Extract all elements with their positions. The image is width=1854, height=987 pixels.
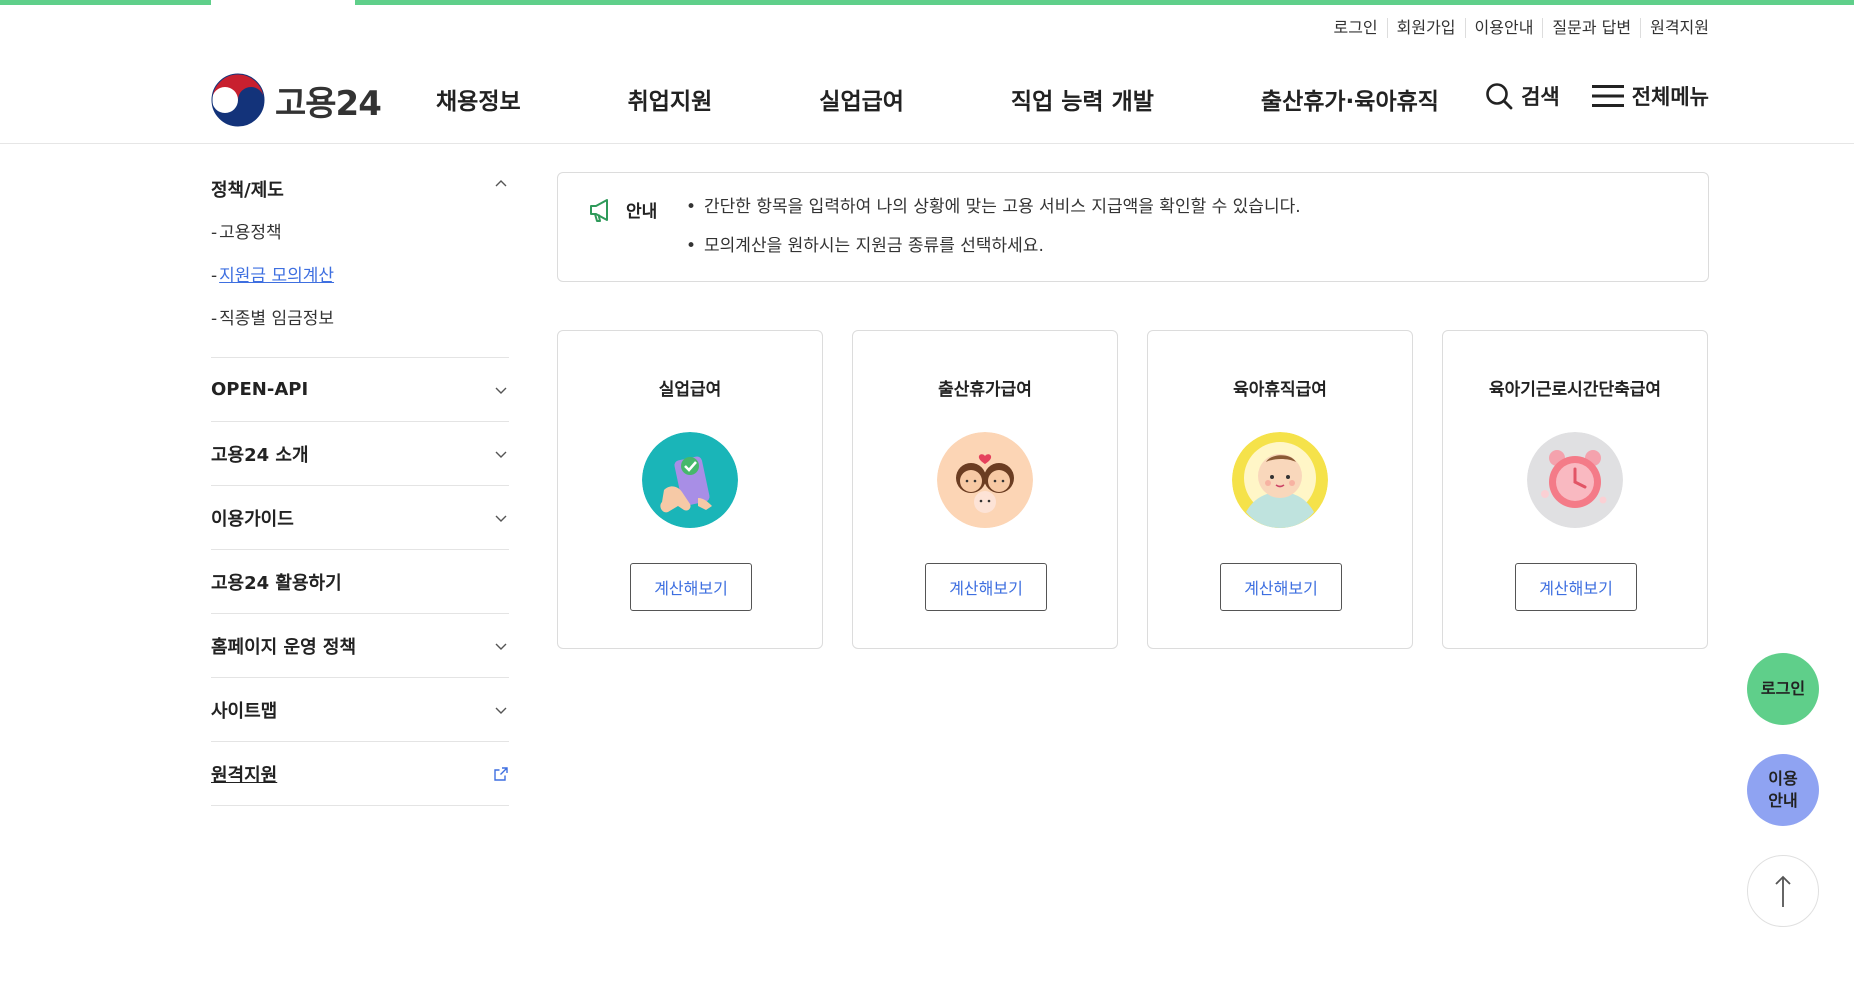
side-head-about[interactable]: 고용24 소개 xyxy=(211,422,509,485)
notice-item: 모의계산을 원하시는 지원금 종류를 선택하세요. xyxy=(686,236,1301,275)
search-icon xyxy=(1486,83,1513,110)
card-unemployment-benefit: 실업급여 계산해보기 xyxy=(557,330,823,649)
chevron-down-icon xyxy=(495,451,507,458)
side-sub-subsidy-simulation[interactable]: - 지원금 모의계산 xyxy=(211,255,509,298)
nav-employment-support[interactable]: 취업지원 xyxy=(628,82,713,116)
notice-box: 안내 간단한 항목을 입력하여 나의 상황에 맞는 고용 서비스 지급액을 확인… xyxy=(557,172,1709,282)
calculate-button-parental-leave[interactable]: 계산해보기 xyxy=(1220,563,1342,611)
floating-guide-button[interactable]: 이용 안내 xyxy=(1747,754,1819,826)
header-divider xyxy=(0,143,1854,144)
site-logo[interactable]: 고용24 xyxy=(211,73,382,127)
card-reduced-hours: 육아기근로시간단축급여 계산해보기 xyxy=(1442,330,1708,649)
arrow-up-icon xyxy=(1775,875,1791,907)
side-head-open-api[interactable]: OPEN-API xyxy=(211,358,509,421)
site-header: 고용24 채용정보 취업지원 실업급여 직업 능력 개발 출산휴가·육아휴직 검… xyxy=(211,60,1709,140)
side-group-site-policy: 홈페이지 운영 정책 xyxy=(211,614,509,678)
header-actions: 검색 전체메뉴 xyxy=(1485,81,1709,111)
side-sub-list: - 고용정책 - 지원금 모의계산 - 직종별 임금정보 xyxy=(211,206,509,357)
chevron-down-icon xyxy=(495,707,507,714)
nav-maternity-parental-leave[interactable]: 출산휴가·육아휴직 xyxy=(1261,82,1439,116)
megaphone-icon xyxy=(590,199,608,222)
card-title: 육아기근로시간단축급여 xyxy=(1488,380,1662,400)
side-head-site-policy[interactable]: 홈페이지 운영 정책 xyxy=(211,614,509,677)
calculate-button-unemployment[interactable]: 계산해보기 xyxy=(630,563,752,611)
calculate-button-maternity[interactable]: 계산해보기 xyxy=(925,563,1047,611)
side-sub-wage-info[interactable]: - 직종별 임금정보 xyxy=(211,298,509,341)
top-accent-bar xyxy=(0,0,1854,5)
card-title: 실업급여 xyxy=(658,380,722,400)
util-guide-link[interactable]: 이용안내 xyxy=(1464,18,1543,38)
notice-list: 간단한 항목을 입력하여 나의 상황에 맞는 고용 서비스 지급액을 확인할 수… xyxy=(686,197,1301,275)
side-group-sitemap: 사이트맵 xyxy=(211,678,509,742)
baby-icon xyxy=(1232,432,1328,528)
phone-check-icon xyxy=(642,432,738,528)
side-head-utilize[interactable]: 고용24 활용하기 xyxy=(211,550,509,613)
card-maternity-leave: 출산휴가급여 계산해보기 xyxy=(852,330,1118,649)
side-group-policy: 정책/제도 - 고용정책 - 지원금 모의계산 - 직종별 임금정보 xyxy=(211,166,509,358)
subsidy-cards: 실업급여 계산해보기 출산휴가급여 계산해보기 육아휴직급여 계산해보기 육아기… xyxy=(557,330,1708,649)
chevron-down-icon xyxy=(495,387,507,394)
logo-text: 고용24 xyxy=(275,83,382,124)
all-menu-button[interactable]: 전체메뉴 xyxy=(1591,81,1709,111)
scroll-top-button[interactable] xyxy=(1747,855,1819,927)
side-group-about: 고용24 소개 xyxy=(211,422,509,486)
external-link-icon xyxy=(494,766,508,781)
util-signup-link[interactable]: 회원가입 xyxy=(1386,18,1465,38)
search-button[interactable]: 검색 xyxy=(1485,81,1560,111)
side-group-usage-guide: 이용가이드 xyxy=(211,486,509,550)
chevron-up-icon xyxy=(495,180,507,187)
nav-recruit[interactable]: 채용정보 xyxy=(436,82,521,116)
side-sub-employment-policy[interactable]: - 고용정책 xyxy=(211,212,509,255)
util-qna-link[interactable]: 질문과 답변 xyxy=(1542,18,1640,38)
floating-login-button[interactable]: 로그인 xyxy=(1747,653,1819,725)
side-group-open-api: OPEN-API xyxy=(211,358,509,422)
util-remote-support-link[interactable]: 원격지원 xyxy=(1640,18,1709,38)
util-login-link[interactable]: 로그인 xyxy=(1324,18,1386,38)
side-group-utilize: 고용24 활용하기 xyxy=(211,550,509,614)
side-head-usage-guide[interactable]: 이용가이드 xyxy=(211,486,509,549)
family-icon xyxy=(937,432,1033,528)
utility-links: 로그인 회원가입 이용안내 질문과 답변 원격지원 xyxy=(1324,18,1709,38)
notice-label: 안내 xyxy=(626,202,658,222)
side-head-policy[interactable]: 정책/제도 xyxy=(211,166,509,206)
calculate-button-reduced-hours[interactable]: 계산해보기 xyxy=(1515,563,1637,611)
search-label: 검색 xyxy=(1521,85,1560,109)
side-nav: 정책/제도 - 고용정책 - 지원금 모의계산 - 직종별 임금정보 OPEN-API… xyxy=(211,166,509,806)
side-group-remote: 원격지원 xyxy=(211,742,509,806)
card-title: 육아휴직급여 xyxy=(1233,380,1327,400)
side-head-sitemap[interactable]: 사이트맵 xyxy=(211,678,509,741)
main-nav: 채용정보 취업지원 실업급여 직업 능력 개발 출산휴가·육아휴직 xyxy=(436,82,1439,116)
chevron-down-icon xyxy=(495,643,507,650)
nav-unemployment-benefit[interactable]: 실업급여 xyxy=(819,82,904,116)
taegeuk-emblem-icon xyxy=(211,73,265,127)
chevron-down-icon xyxy=(495,515,507,522)
all-menu-label: 전체메뉴 xyxy=(1631,85,1709,109)
nav-job-skills[interactable]: 직업 능력 개발 xyxy=(1011,82,1154,116)
card-parental-leave: 육아휴직급여 계산해보기 xyxy=(1147,330,1413,649)
card-title: 출산휴가급여 xyxy=(938,380,1032,400)
alarm-clock-icon xyxy=(1527,432,1623,528)
side-head-remote[interactable]: 원격지원 xyxy=(211,742,509,805)
hamburger-icon xyxy=(1591,85,1624,107)
notice-item: 간단한 항목을 입력하여 나의 상황에 맞는 고용 서비스 지급액을 확인할 수… xyxy=(686,197,1301,236)
